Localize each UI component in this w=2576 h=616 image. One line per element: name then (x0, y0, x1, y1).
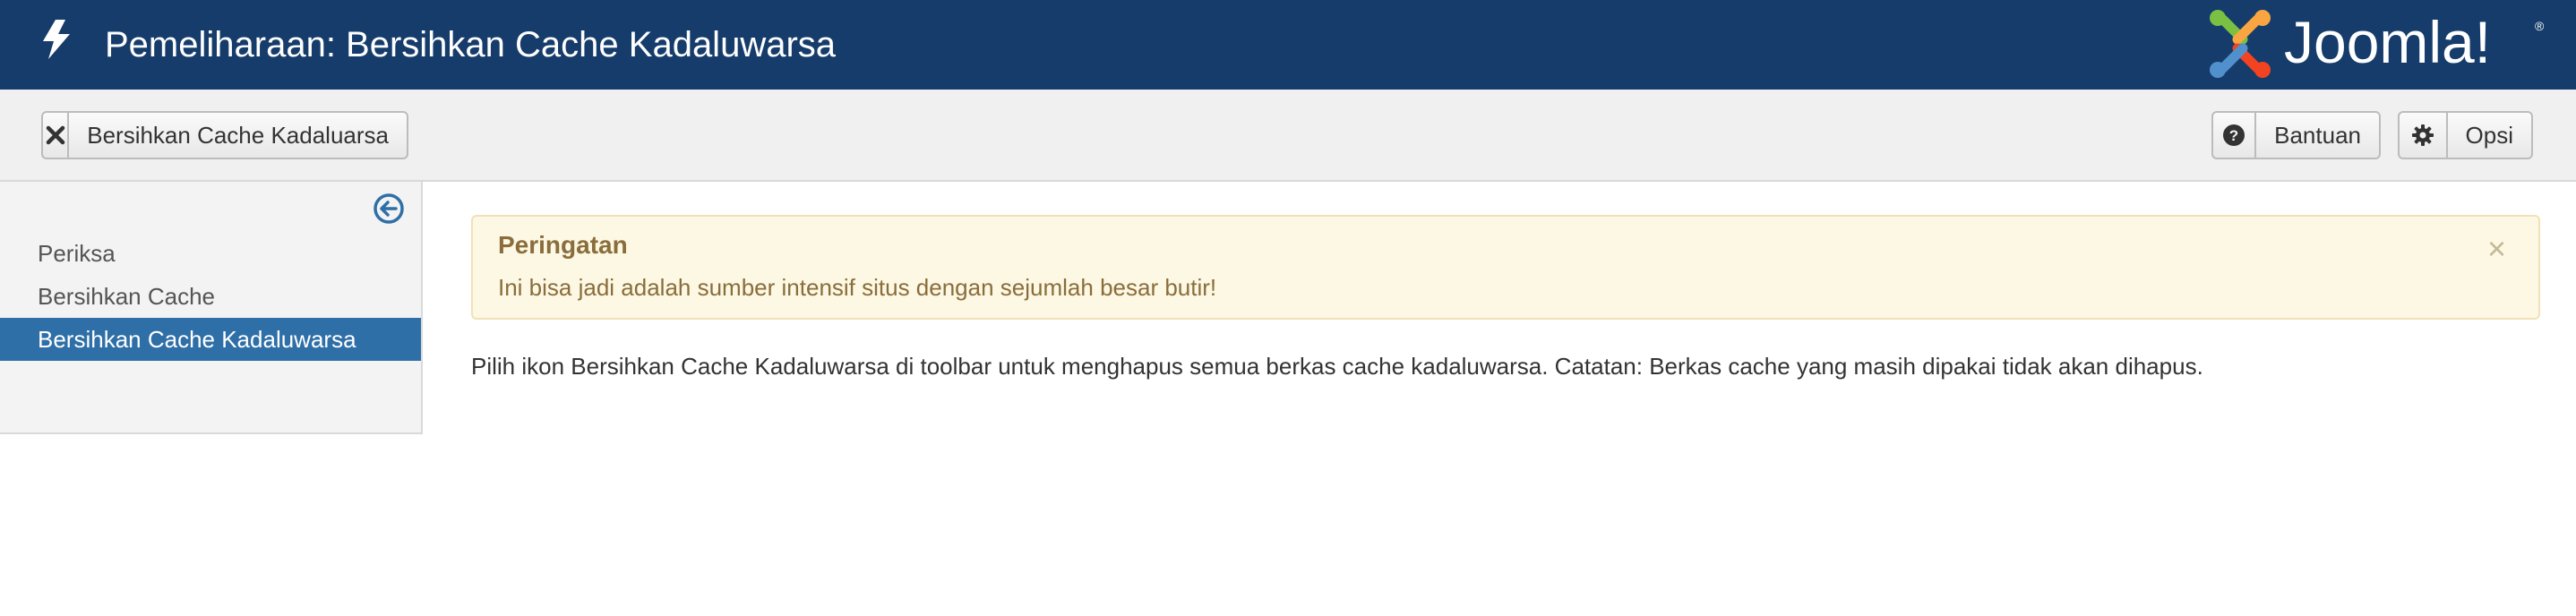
sidebar: Periksa Bersihkan Cache Bersihkan Cache … (0, 182, 423, 434)
toolbar: Bersihkan Cache Kadaluarsa ? Bantuan Ops… (0, 90, 2576, 182)
help-button-label: Bantuan (2274, 121, 2361, 149)
page-description: Pilih ikon Bersihkan Cache Kadaluwarsa d… (471, 353, 2203, 380)
page-title: Pemeliharaan: Bersihkan Cache Kadaluwars… (105, 25, 837, 64)
help-button[interactable]: ? Bantuan (2211, 111, 2381, 159)
options-button-label: Opsi (2465, 121, 2513, 149)
svg-text:®: ® (2535, 19, 2545, 33)
purge-expired-button-label: Bersihkan Cache Kadaluarsa (87, 121, 389, 149)
brand-wordmark: Joomla! (2284, 9, 2491, 75)
sidebar-item-bersihkan-cache[interactable]: Bersihkan Cache (0, 275, 421, 318)
warning-alert: Peringatan Ini bisa jadi adalah sumber i… (471, 215, 2540, 320)
purge-expired-button[interactable]: Bersihkan Cache Kadaluarsa (41, 111, 408, 159)
svg-text:?: ? (2229, 127, 2238, 144)
alert-message: Ini bisa jadi adalah sumber intensif sit… (498, 274, 1217, 301)
options-button[interactable]: Opsi (2398, 111, 2533, 159)
lightning-bolt-icon (36, 18, 79, 61)
sidebar-item-bersihkan-cache-kadaluwarsa[interactable]: Bersihkan Cache Kadaluwarsa (0, 318, 421, 361)
sidebar-item-periksa[interactable]: Periksa (0, 232, 421, 275)
close-icon[interactable]: × (2487, 233, 2506, 265)
joomla-logo[interactable]: Joomla! ® (2205, 7, 2546, 79)
close-icon (43, 113, 70, 158)
alert-heading: Peringatan (498, 231, 628, 259)
gear-icon (2400, 113, 2448, 158)
collapse-left-arrow-icon[interactable] (373, 192, 405, 225)
question-circle-icon: ? (2213, 113, 2257, 158)
page-header: Pemeliharaan: Bersihkan Cache Kadaluwars… (0, 0, 2576, 90)
